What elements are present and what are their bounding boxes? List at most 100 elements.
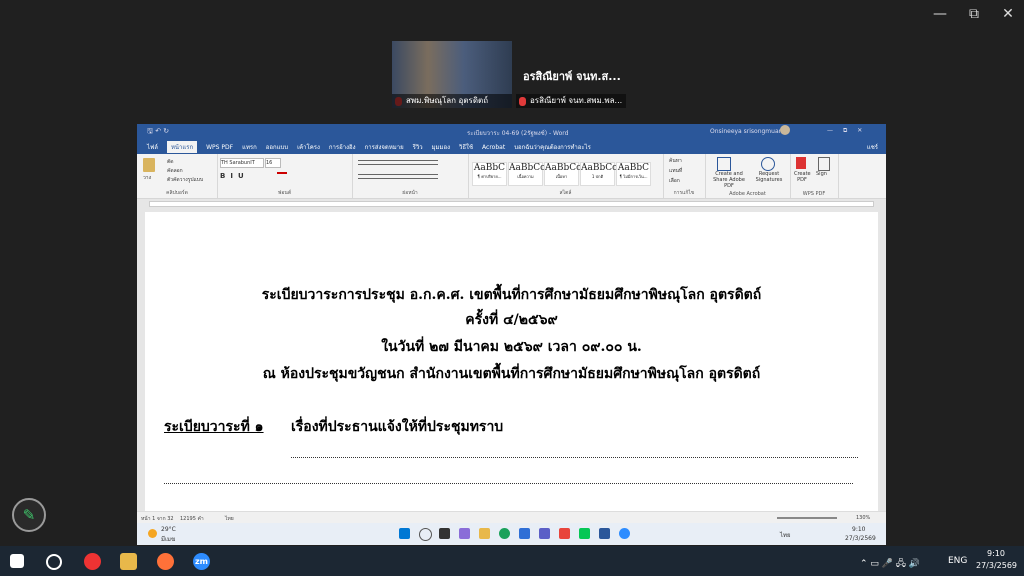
clock-date[interactable]: 27/3/2569	[976, 561, 1017, 570]
ribbon-tab[interactable]: เค้าโครง	[297, 142, 320, 152]
edge-icon[interactable]	[499, 528, 510, 539]
line-icon[interactable]	[579, 528, 590, 539]
zoom-icon[interactable]	[619, 528, 630, 539]
ribbon-tab[interactable]: แทรก	[242, 142, 257, 152]
user-avatar[interactable]	[780, 125, 790, 135]
style-item[interactable]: AaBbCcD 1 ปกติ	[580, 162, 624, 186]
restore-button[interactable]: ⧉	[966, 6, 982, 22]
start-icon[interactable]	[399, 528, 410, 539]
clock-time[interactable]: 9:10	[987, 549, 1005, 558]
paste-icon[interactable]	[143, 158, 155, 172]
teams-icon[interactable]	[539, 528, 550, 539]
ribbon-tab[interactable]: บอกฉันว่าคุณต้องการทำอะไร	[514, 142, 591, 152]
ribbon-tab[interactable]: ออกแบบ	[266, 142, 288, 152]
annotate-pen-button[interactable]: ✎	[12, 498, 46, 532]
font-format-buttons[interactable]: BIU	[220, 172, 249, 180]
ribbon-tab[interactable]: การส่งจดหมาย	[365, 142, 404, 152]
cut-button[interactable]: ตัด	[167, 158, 174, 166]
ribbon-tab[interactable]: หน้าแรก	[166, 141, 198, 153]
font-color-icon[interactable]	[277, 172, 287, 174]
language-status[interactable]: ไทย	[225, 515, 234, 523]
dotted-line	[164, 483, 853, 484]
minimize-button[interactable]: —	[932, 6, 948, 22]
zoom-app-icon[interactable]: zm	[193, 553, 210, 570]
style-name: ¶ ค่าปริยาย...	[477, 174, 502, 179]
keyboard-language[interactable]: ENG	[948, 556, 967, 566]
document-page[interactable]: ระเบียบวาระการประชุม อ.ก.ค.ศ. เขตพื้นที่…	[145, 212, 878, 511]
zoom-slider[interactable]	[777, 517, 837, 519]
firefox-icon[interactable]	[157, 553, 174, 570]
ribbon-tab[interactable]: Acrobat	[482, 144, 505, 151]
participant-name-label: อรสิณียาพ์ จนท.สพม.พล...	[516, 94, 627, 108]
file-explorer-icon[interactable]	[120, 553, 137, 570]
font-label: ฟอนต์	[277, 190, 292, 196]
style-item[interactable]: AaBbCcD เนื้อหา	[544, 162, 588, 186]
style-item[interactable]: AaBbC ¶ ไม่มีการเว้น...	[616, 162, 651, 186]
word-window-controls[interactable]: —⧉✕	[827, 127, 872, 135]
font-size-select[interactable]: 16	[265, 158, 281, 168]
copilot-icon[interactable]	[459, 528, 470, 539]
store-icon[interactable]	[519, 528, 530, 539]
search-icon[interactable]	[419, 528, 432, 541]
dotted-line	[291, 457, 858, 458]
sign-icon[interactable]	[818, 157, 830, 171]
zoom-level[interactable]: 130%	[856, 515, 870, 521]
request-signatures-button[interactable]: Request Signatures	[753, 171, 785, 183]
page-count[interactable]: หน้า 1 จาก 32	[141, 515, 174, 523]
user-name[interactable]: Onsineeya srisongmuang	[710, 128, 786, 135]
word-icon[interactable]	[599, 528, 610, 539]
system-tray-icons[interactable]: ⌃ ▭ 🎤 🖧 🔊	[860, 556, 920, 572]
editing-label: การแก้ไข	[673, 190, 695, 196]
windows-start-icon[interactable]	[10, 554, 24, 568]
style-item[interactable]: AaBbCcE เนื้อความ	[508, 162, 552, 186]
word-window: 🖫 ↶ ↻ ระเบียบวาระ 04-69 (2รัฐพงช์) - Wor…	[137, 124, 886, 524]
style-name: เนื้อหา	[555, 174, 568, 179]
ribbon-tab[interactable]: มุมมอง	[432, 142, 450, 152]
styles-label: สไตล์	[559, 190, 572, 196]
request-signature-icon[interactable]	[761, 157, 775, 171]
adobe-label: Adobe Acrobat	[729, 191, 766, 197]
ribbon-tab[interactable]: ไฟล์	[147, 142, 158, 152]
editing-group: ค้นหา แทนที่ เลือก การแก้ไข	[663, 154, 706, 198]
file-explorer-icon[interactable]	[479, 528, 490, 539]
task-view-icon[interactable]	[439, 528, 450, 539]
participant-name: อรสิณียาพ์ จนท.ส...	[523, 70, 621, 83]
sign-button[interactable]: Sign	[816, 171, 827, 177]
paragraph-group: ย่อหน้า	[352, 154, 469, 198]
clipboard-group: วาง ตัด คัดลอก ตัวคัดวางรูปแบบ คลิปบอร์ด	[137, 154, 218, 198]
close-button[interactable]: ✕	[1000, 6, 1016, 22]
ribbon-tab[interactable]: การอ้างอิง	[329, 142, 356, 152]
ribbon-tab[interactable]: วิธีใช้	[459, 142, 473, 152]
paste-button[interactable]: วาง	[143, 174, 151, 182]
create-share-button[interactable]: Create and Share Adobe PDF	[709, 171, 749, 189]
inner-lang[interactable]: ไทย	[780, 530, 791, 540]
quick-access-icons[interactable]: 🖫 ↶ ↻	[147, 127, 169, 138]
wps-icon[interactable]	[559, 528, 570, 539]
font-name-select[interactable]: TH SarabunIT	[220, 158, 264, 168]
list-buttons[interactable]	[358, 160, 438, 165]
alignment-buttons[interactable]	[358, 174, 438, 179]
weather-icon[interactable]	[148, 529, 157, 538]
find-button[interactable]: ค้นหา	[669, 157, 682, 165]
pdf-icon[interactable]	[796, 157, 806, 169]
ribbon-tab[interactable]: รีวิว	[413, 142, 423, 152]
style-item[interactable]: AaBbC ¶ ค่าปริยาย...	[472, 162, 507, 186]
ruler[interactable]	[137, 199, 886, 209]
search-icon[interactable]	[46, 554, 62, 570]
create-pdf-button[interactable]: Create PDF	[794, 171, 811, 183]
create-pdf-share-icon[interactable]	[717, 157, 731, 171]
participant-video-tile[interactable]: สพม.พิษณุโลก อุตรดิตถ์	[392, 41, 512, 108]
document-title: ระเบียบวาระ 04-69 (2รัฐพงช์) - Word	[467, 130, 569, 137]
chrome-icon[interactable]	[84, 553, 101, 570]
ribbon-tab[interactable]: WPS PDF	[206, 144, 233, 151]
shared-taskbar: 29°C มีเมฆ ไทย 9:10 27/3/2569	[137, 523, 886, 545]
copy-button[interactable]: คัดลอก	[167, 167, 183, 175]
select-button[interactable]: เลือก	[669, 177, 680, 185]
adobe-group: Create and Share Adobe PDF Request Signa…	[705, 154, 791, 198]
format-painter-button[interactable]: ตัวคัดวางรูปแบบ	[167, 176, 203, 184]
paragraph-label: ย่อหน้า	[402, 190, 418, 196]
replace-button[interactable]: แทนที่	[669, 167, 682, 175]
word-count[interactable]: 12195 คำ	[180, 515, 204, 523]
share-button[interactable]: แชร์	[867, 142, 878, 152]
participant-full-name: อรสิณียาพ์ จนท.สพม.พล...	[530, 96, 623, 105]
